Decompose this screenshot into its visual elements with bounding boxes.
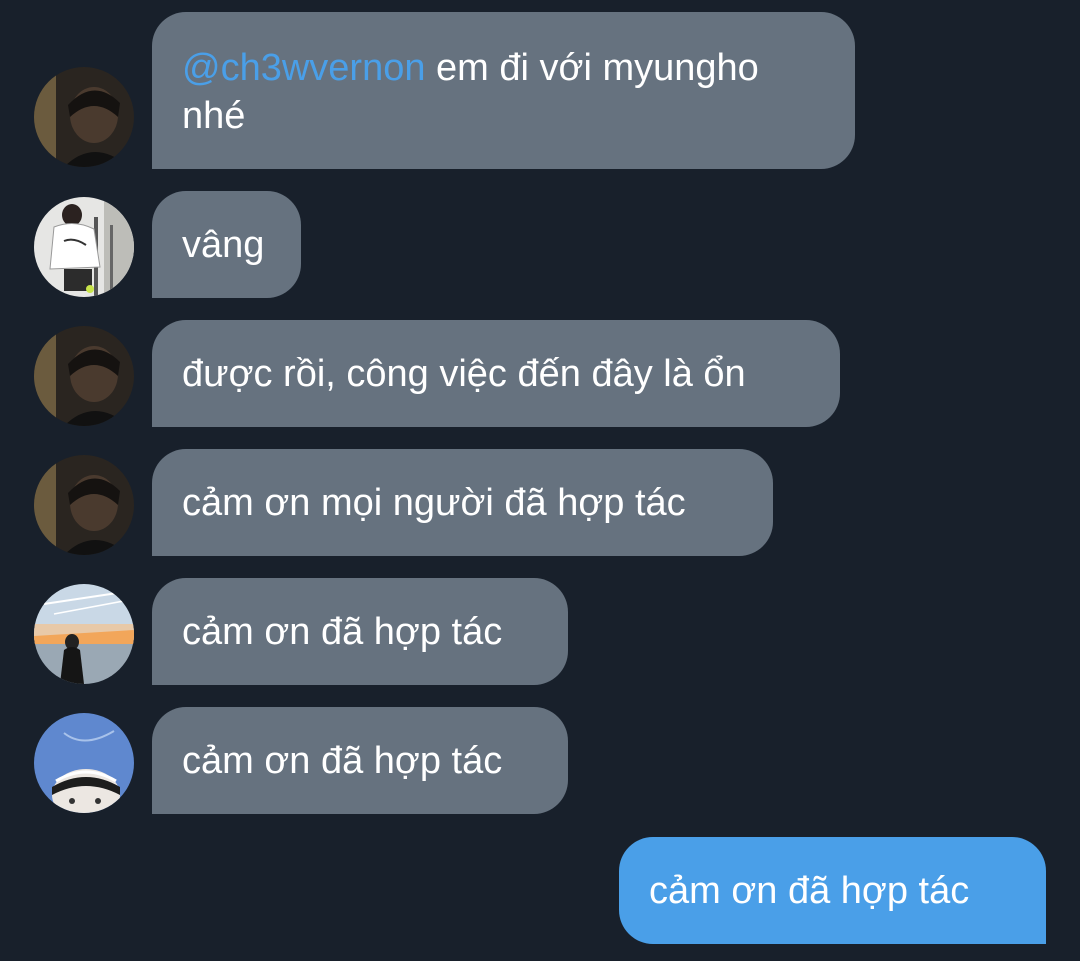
message-bubble: cảm ơn đã hợp tác xyxy=(152,707,568,814)
message-text: vâng xyxy=(182,223,265,266)
message-bubble-outgoing: cảm ơn đã hợp tác xyxy=(619,837,1046,944)
message-text: được rồi, công việc đến đây là ổn xyxy=(182,352,746,395)
message-text: @ch3wvernon em đi với myungho nhé xyxy=(182,47,759,137)
mention-link[interactable]: @ch3wvernon xyxy=(182,47,425,89)
avatar[interactable] xyxy=(34,713,134,813)
avatar[interactable] xyxy=(34,197,134,297)
message-bubble: cảm ơn đã hợp tác xyxy=(152,578,568,685)
dark-portrait-photo-icon xyxy=(34,455,134,555)
message-bubble: @ch3wvernon em đi với myungho nhé xyxy=(152,12,855,169)
avatar[interactable] xyxy=(34,455,134,555)
dark-portrait-photo-icon xyxy=(34,67,134,167)
message-bubble: cảm ơn mọi người đã hợp tác xyxy=(152,449,773,556)
avatar[interactable] xyxy=(34,584,134,684)
message-text: cảm ơn đã hợp tác xyxy=(182,610,503,653)
message-text: cảm ơn đã hợp tác xyxy=(649,869,970,912)
dark-portrait-photo-icon xyxy=(34,326,134,426)
message-bubble: được rồi, công việc đến đây là ổn xyxy=(152,320,840,427)
message-text: cảm ơn mọi người đã hợp tác xyxy=(182,481,686,524)
message-bubble: vâng xyxy=(152,191,301,298)
blue-sky-selfie-photo-icon xyxy=(34,713,134,813)
white-shirt-photo-icon xyxy=(34,197,134,297)
avatar[interactable] xyxy=(34,326,134,426)
avatar[interactable] xyxy=(34,67,134,167)
sunset-beach-photo-icon xyxy=(34,584,134,684)
message-text: cảm ơn đã hợp tác xyxy=(182,739,503,782)
